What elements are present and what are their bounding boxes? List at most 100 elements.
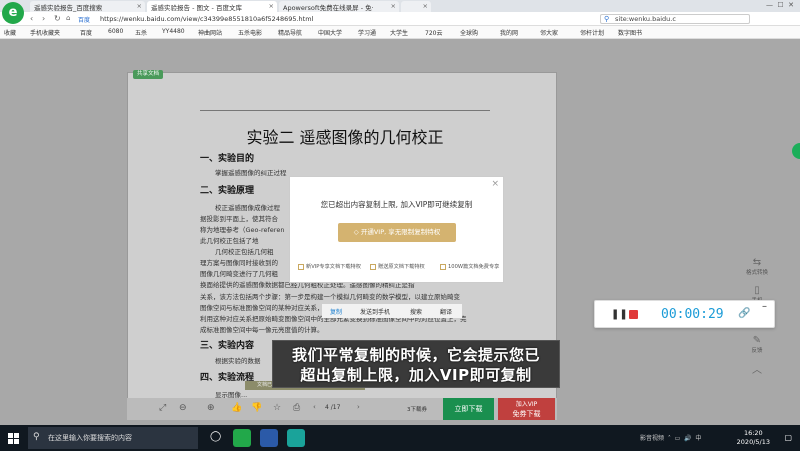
- paragraph-line: 关系，该方法包括两个步骤：第一步是构建一个模拟几何畸变的数学模型，以建立原始畸变: [200, 293, 460, 301]
- perk-item: 新VIP专享文档下载特权: [298, 263, 361, 270]
- share-tag: 共享文档: [133, 70, 164, 79]
- format-convert-button[interactable]: ⇆ 格式转换: [742, 257, 772, 276]
- page-total: /17: [330, 404, 341, 411]
- pause-icon[interactable]: ❚❚: [611, 309, 628, 320]
- bookmark-item[interactable]: 手机收藏夹: [30, 28, 60, 37]
- bookmark-item[interactable]: 神曲网站: [198, 28, 222, 37]
- thumbs-up-icon[interactable]: 👍: [231, 403, 242, 413]
- system-tray[interactable]: 影音视频 ˄ ▭ 🔊 中: [640, 433, 701, 442]
- browser-app-icon[interactable]: [233, 429, 251, 447]
- right-panel-label: 反馈: [751, 348, 763, 354]
- back-to-top-button[interactable]: ︿: [742, 361, 772, 376]
- stop-icon[interactable]: [629, 310, 638, 319]
- bookmark-item[interactable]: 邻大家: [540, 28, 558, 37]
- paragraph-line: 掌握遥感图像的纠正过程: [215, 169, 287, 177]
- clock-date: 2020/5/13: [736, 438, 770, 446]
- tab-new[interactable]: ×: [401, 1, 431, 12]
- perk-item: 100W篇文档免费专享: [440, 263, 499, 270]
- paragraph-line: 校正遥感图像成像过程: [215, 204, 280, 212]
- copy-button[interactable]: 复制: [330, 307, 342, 316]
- search-engine-icon[interactable]: ⚲: [604, 15, 609, 23]
- search-button[interactable]: 搜索: [410, 307, 422, 316]
- download-now-button[interactable]: 立即下载: [443, 398, 494, 420]
- open-vip-label: 开通VIP, 享无限制复制特权: [360, 228, 441, 236]
- bookmark-item[interactable]: 大学生: [390, 28, 408, 37]
- close-icon[interactable]: ×: [137, 2, 142, 10]
- page-indicator[interactable]: 4 /17: [325, 404, 340, 411]
- print-icon[interactable]: ⎙: [293, 403, 300, 413]
- diamond-icon: ◇: [353, 228, 361, 236]
- link-icon[interactable]: 🔗: [738, 308, 750, 319]
- bookmark-item[interactable]: 6080: [108, 28, 123, 35]
- minimize-icon[interactable]: –: [762, 301, 767, 312]
- bookmark-item[interactable]: 数字图书: [618, 28, 642, 37]
- word-app-icon[interactable]: [260, 429, 278, 447]
- tab-baidu-search[interactable]: 遥感实验报告_百度搜索 ×: [30, 1, 145, 12]
- document-title: 实验二 遥感图像的几何校正: [246, 128, 444, 147]
- bookmark-item[interactable]: 全球购: [460, 28, 478, 37]
- bookmark-item[interactable]: 五杀: [135, 28, 147, 37]
- join-vip-line: 加入VIP: [515, 401, 538, 408]
- bookmark-item[interactable]: 五杀电影: [238, 28, 262, 37]
- right-panel-label: 格式转换: [745, 270, 768, 276]
- zoom-out-icon[interactable]: ⊖: [179, 403, 187, 413]
- prev-page-icon[interactable]: ‹: [313, 403, 316, 411]
- paragraph-line: 图像几何畸变进行了几何粗: [200, 270, 278, 278]
- translate-button[interactable]: 翻译: [440, 307, 452, 316]
- fullscreen-icon[interactable]: ⤢: [159, 403, 166, 413]
- bookmark-item[interactable]: YY4480: [162, 28, 185, 35]
- tab-apowersoft[interactable]: Apowersoft免费在线录屏 - 免· ×: [279, 1, 399, 12]
- close-icon[interactable]: ×: [491, 179, 499, 189]
- paragraph-line: 根据实验的数据: [215, 357, 261, 365]
- thumbs-down-icon[interactable]: 👎: [251, 403, 262, 413]
- star-icon[interactable]: ☆: [273, 403, 281, 413]
- paragraph-line: 几何校正包括几何粗: [215, 248, 274, 256]
- bookmark-item[interactable]: 收藏: [4, 28, 16, 37]
- window-controls[interactable]: — ☐ ✕: [766, 1, 794, 9]
- zoom-in-icon[interactable]: ⊕: [207, 403, 215, 413]
- close-icon[interactable]: ×: [391, 2, 396, 10]
- browser-search-input[interactable]: site:wenku.baidu.c: [600, 14, 750, 24]
- send-to-phone-button[interactable]: 发送到手机: [360, 307, 390, 316]
- feedback-icon: ✎: [752, 335, 762, 346]
- close-icon[interactable]: ×: [423, 2, 428, 10]
- bookmark-item[interactable]: 邻杆计划: [580, 28, 604, 37]
- section-heading: 二、实验原理: [200, 186, 255, 196]
- bookmark-item[interactable]: 精品导航: [278, 28, 302, 37]
- selection-toolbar: 复制 发送到手机 搜索 翻译: [322, 304, 462, 318]
- bookmark-item[interactable]: 我的网: [500, 28, 518, 37]
- page-current: 4: [325, 404, 329, 411]
- system-clock[interactable]: 16:20 2020/5/13: [737, 429, 770, 447]
- perk-item: 赠送原文档下载特权: [370, 263, 425, 270]
- browser-logo-icon[interactable]: e: [2, 2, 24, 24]
- perk-label: 新VIP专享文档下载特权: [306, 264, 361, 270]
- home-icon[interactable]: ⌂: [66, 14, 70, 22]
- bookmark-item[interactable]: 百度: [80, 28, 92, 37]
- document-toolbar: ⤢ ⊖ ⊕ 👍 👎 ☆ ⎙ ‹ 4 /17 › 3下载券 立即下载 加入VIP 免…: [127, 398, 557, 420]
- task-view-icon[interactable]: ◯: [210, 431, 221, 442]
- tab-bar: 遥感实验报告_百度搜索 × 遥感实验报告 - 图文 - 百度文库 × Apowers…: [0, 0, 800, 12]
- modal-message: 您已超出内容复制上限, 加入VIP即可继续复制: [320, 200, 473, 209]
- join-vip-button[interactable]: 加入VIP 免券下载: [498, 398, 555, 420]
- bookmark-item[interactable]: 720云: [425, 28, 442, 37]
- tab-wenku[interactable]: 遥感实验报告 - 图文 - 百度文库 ×: [147, 1, 277, 12]
- back-icon[interactable]: ‹: [30, 14, 33, 23]
- address-bar: ‹ › ↻ ⌂ 百度 https://wenku.baidu.com/view/…: [0, 12, 800, 26]
- recorder-app-icon[interactable]: [287, 429, 305, 447]
- bookmark-item[interactable]: 学习通: [358, 28, 376, 37]
- next-page-icon[interactable]: ›: [357, 403, 360, 411]
- download-coupon-count: 3下载券: [407, 407, 427, 413]
- feedback-button[interactable]: ✎ 反馈: [742, 335, 772, 354]
- swap-icon: ⇆: [752, 257, 762, 268]
- open-vip-button[interactable]: ◇ 开通VIP, 享无限制复制特权: [338, 223, 456, 242]
- url-field[interactable]: https://wenku.baidu.com/view/c34399e8551…: [100, 14, 600, 24]
- refresh-icon[interactable]: ↻: [54, 14, 61, 23]
- section-heading: 一、实验目的: [200, 154, 255, 164]
- windows-start-icon[interactable]: [8, 433, 19, 444]
- tab-label: 遥感实验报告_百度搜索: [34, 4, 103, 12]
- taskbar-search-input[interactable]: 在这里输入你要搜索的内容: [28, 427, 198, 449]
- bookmark-item[interactable]: 中国大学: [318, 28, 342, 37]
- notification-icon[interactable]: ▢: [784, 433, 792, 442]
- close-icon[interactable]: ×: [269, 2, 274, 10]
- forward-icon[interactable]: ›: [42, 14, 45, 23]
